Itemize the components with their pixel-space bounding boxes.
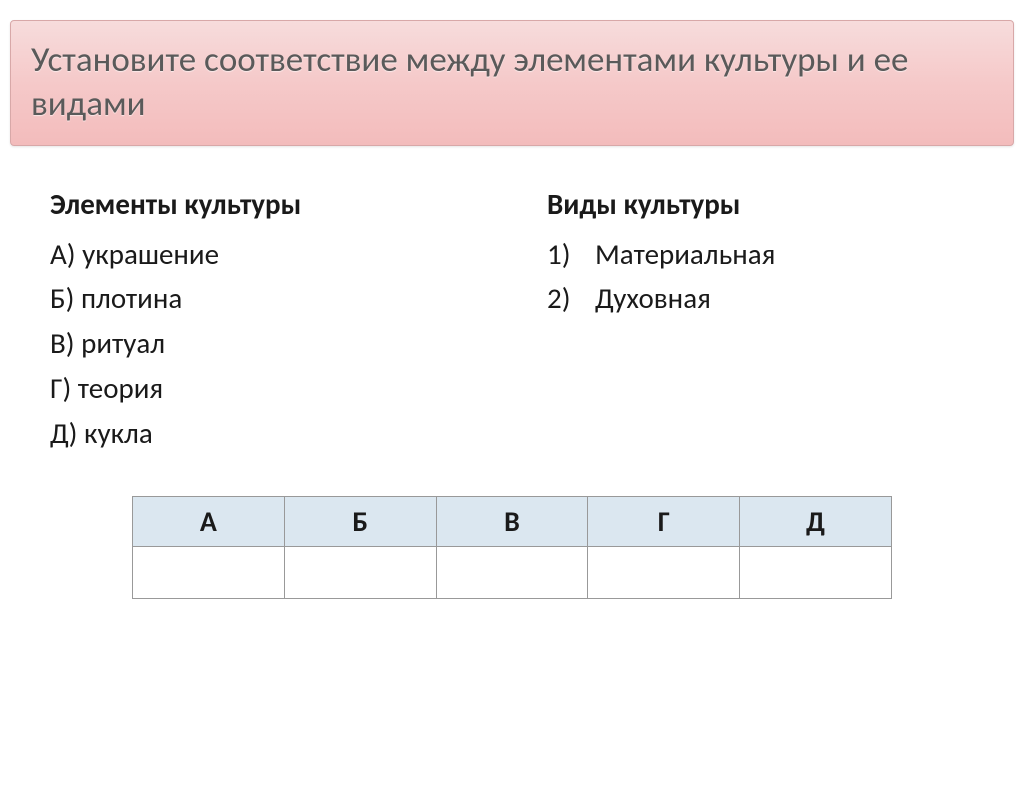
left-item: Б) плотина bbox=[50, 276, 477, 321]
right-item: 1) Материальная bbox=[547, 232, 974, 277]
table-header-cell: Д bbox=[740, 497, 892, 547]
left-column: Элементы культуры А) украшение Б) плотин… bbox=[50, 186, 477, 457]
table-answer-cell[interactable] bbox=[284, 547, 436, 599]
title-bar: Установите соответствие между элементами… bbox=[10, 20, 1014, 146]
table-header-cell: А bbox=[133, 497, 285, 547]
left-item: Д) кукла bbox=[50, 411, 477, 456]
table-header-row: А Б В Г Д bbox=[133, 497, 892, 547]
slide: Установите соответствие между элементами… bbox=[0, 20, 1024, 787]
item-number: 2) bbox=[547, 276, 587, 321]
table-answer-cell[interactable] bbox=[740, 547, 892, 599]
left-heading: Элементы культуры bbox=[50, 186, 477, 222]
answer-table: А Б В Г Д bbox=[132, 496, 892, 599]
left-item: Г) теория bbox=[50, 366, 477, 411]
table-answer-row bbox=[133, 547, 892, 599]
table-header-cell: Б bbox=[284, 497, 436, 547]
left-item: А) украшение bbox=[50, 232, 477, 277]
item-number: 1) bbox=[547, 232, 587, 277]
right-column: Виды культуры 1) Материальная 2) Духовна… bbox=[547, 186, 974, 457]
table-answer-cell[interactable] bbox=[588, 547, 740, 599]
right-item: 2) Духовная bbox=[547, 276, 974, 321]
right-heading: Виды культуры bbox=[547, 186, 974, 222]
left-item: В) ритуал bbox=[50, 321, 477, 366]
slide-title: Установите соответствие между элементами… bbox=[31, 39, 993, 127]
table-header-cell: В bbox=[436, 497, 588, 547]
right-list: 1) Материальная 2) Духовная bbox=[547, 232, 974, 322]
table-answer-cell[interactable] bbox=[436, 547, 588, 599]
table-answer-cell[interactable] bbox=[133, 547, 285, 599]
content-area: Элементы культуры А) украшение Б) плотин… bbox=[0, 146, 1024, 457]
answer-table-wrap: А Б В Г Д bbox=[0, 496, 1024, 599]
table-header-cell: Г bbox=[588, 497, 740, 547]
item-text: Материальная bbox=[595, 236, 775, 272]
item-text: Духовная bbox=[595, 280, 711, 316]
